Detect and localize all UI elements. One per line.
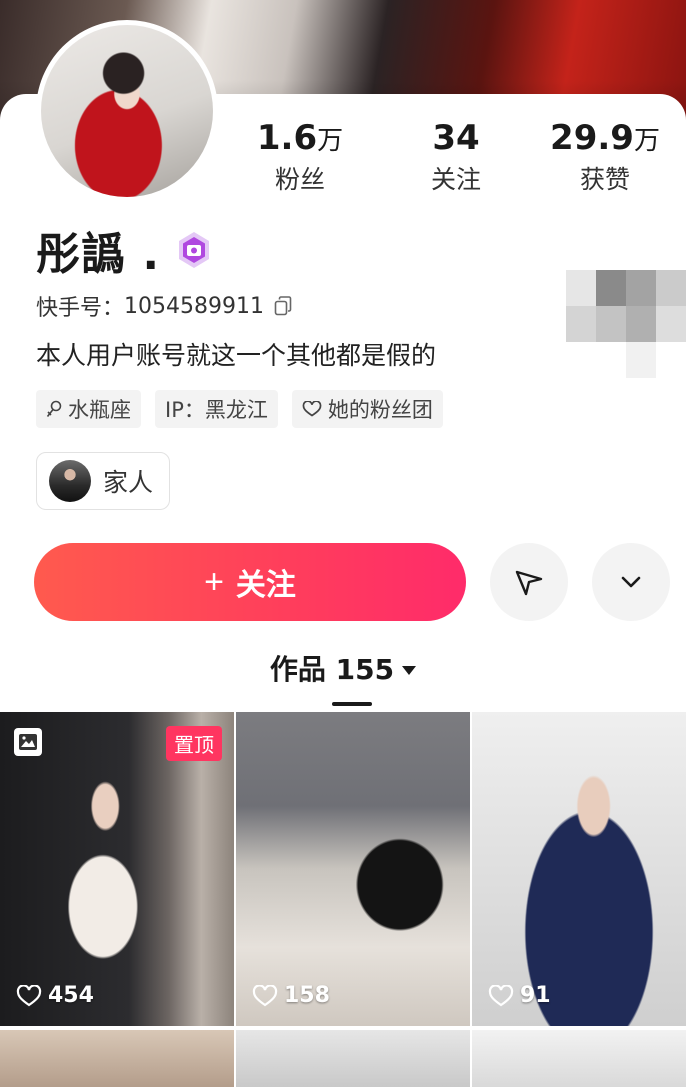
stat-following-label: 关注 — [430, 165, 481, 194]
work-likes: 91 — [488, 983, 551, 1008]
tag-ip: IP：黑龙江 — [155, 390, 278, 428]
tab-works-indicator — [332, 702, 372, 706]
user-id-label: 快手号： — [36, 296, 125, 321]
profile-tags: 水瓶座 IP：黑龙江 她的粉丝团 — [36, 390, 443, 428]
heart-icon — [16, 984, 42, 1006]
blurred-region — [566, 270, 686, 378]
profile-name: 彤譌 . — [36, 229, 161, 280]
stat-likes-label: 获赞 — [579, 165, 630, 194]
tag-constellation-label: 水瓶座 — [68, 398, 131, 422]
stat-following[interactable]: 34 关注 — [386, 118, 526, 197]
send-icon — [515, 570, 543, 596]
verified-badge-icon[interactable] — [174, 230, 214, 270]
work-item[interactable] — [472, 1030, 686, 1087]
follow-button[interactable]: + 关注 — [34, 543, 466, 621]
family-chip[interactable]: 家人 — [36, 452, 171, 510]
work-likes: 454 — [16, 983, 94, 1008]
more-options-button[interactable] — [592, 543, 670, 621]
work-likes-count: 158 — [284, 983, 330, 1008]
stat-fans-number: 1.6 — [256, 118, 318, 158]
copy-icon[interactable] — [274, 296, 292, 316]
stat-likes-unit: 万 — [633, 126, 660, 156]
user-id-value: 1054589911 — [124, 293, 264, 319]
work-likes-count: 91 — [520, 983, 551, 1008]
stat-likes-number: 29.9 — [550, 118, 634, 158]
tag-constellation[interactable]: 水瓶座 — [36, 390, 141, 428]
work-likes-count: 454 — [48, 983, 94, 1008]
family-label: 家人 — [103, 468, 154, 497]
work-item[interactable]: 158 — [236, 712, 470, 1026]
name-row: 彤譌 . — [36, 222, 214, 280]
stat-likes[interactable]: 29.9万 获赞 — [535, 118, 675, 197]
avatar-photo — [41, 25, 213, 197]
pinned-badge: 置顶 — [166, 726, 222, 761]
stat-following-number: 34 — [432, 118, 480, 158]
heart-outline-icon — [302, 401, 322, 417]
stat-fans[interactable]: 1.6万 粉丝 — [230, 118, 370, 197]
work-item[interactable]: 置顶 454 — [0, 712, 234, 1026]
avatar[interactable] — [36, 20, 218, 202]
heart-icon — [488, 984, 514, 1006]
work-item[interactable] — [0, 1030, 234, 1087]
tag-fan-club-label: 她的粉丝团 — [327, 398, 433, 422]
follow-button-label: 关注 — [235, 569, 296, 602]
plus-icon: + — [204, 562, 224, 601]
tab-works[interactable]: 作品 155 — [269, 648, 417, 688]
send-message-button[interactable] — [490, 543, 568, 621]
profile-bio: 本人用户账号就这一个其他都是假的 — [36, 341, 437, 370]
stat-fans-unit: 万 — [317, 126, 344, 156]
user-id-row[interactable]: 快手号： 1054589911 — [36, 290, 292, 322]
tag-fan-club[interactable]: 她的粉丝团 — [291, 390, 443, 428]
work-item[interactable]: 91 — [472, 712, 686, 1026]
caret-down-icon — [402, 665, 417, 675]
stat-fans-label: 粉丝 — [274, 165, 325, 194]
image-post-icon — [14, 728, 42, 756]
heart-icon — [252, 984, 278, 1006]
family-avatar — [49, 460, 91, 502]
work-item[interactable] — [236, 1030, 470, 1087]
work-likes: 158 — [252, 983, 330, 1008]
tab-works-label: 作品 155 — [269, 653, 395, 686]
tag-ip-label: IP：黑龙江 — [165, 398, 268, 422]
chevron-down-icon — [621, 576, 641, 588]
constellation-icon — [46, 400, 62, 417]
content-tabs: 作品 155 — [0, 648, 686, 708]
profile-stats: 1.6万 粉丝 34 关注 29.9万 获赞 — [230, 118, 686, 198]
